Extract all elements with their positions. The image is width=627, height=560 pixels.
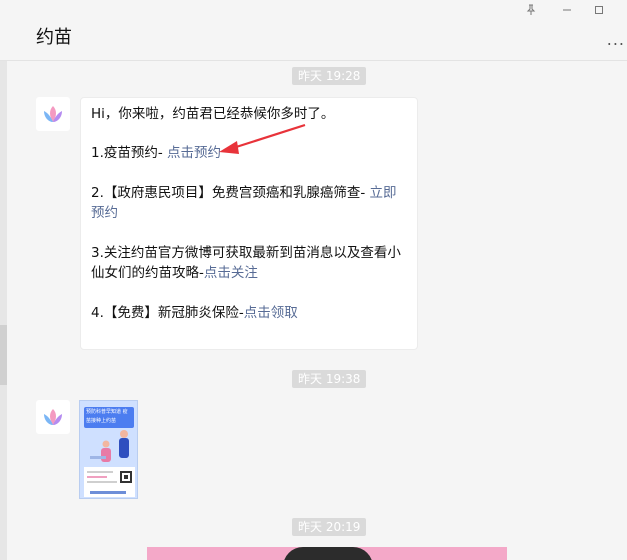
claim-insurance-link[interactable]: 点击领取 xyxy=(244,305,298,321)
greeting-text: Hi，你来啦，约苗君已经恭候你多时了。 xyxy=(91,106,335,122)
poster-image[interactable]: 预防科普早知道 疫苗接种上约苗 xyxy=(79,400,138,499)
poster-illustration-icon xyxy=(84,430,135,497)
annotation-arrow-icon xyxy=(219,123,306,154)
image-message[interactable] xyxy=(147,547,507,560)
book-vaccine-link[interactable]: 点击预约 xyxy=(167,145,221,161)
yuemiao-logo-icon xyxy=(44,106,62,122)
minimize-icon[interactable] xyxy=(562,4,572,20)
chat-header: 约苗 ... xyxy=(0,0,627,61)
pin-icon[interactable] xyxy=(526,4,536,20)
follow-weibo-link[interactable]: 点击关注 xyxy=(204,265,258,281)
timestamp: 昨天 20:19 xyxy=(292,518,367,536)
more-icon[interactable]: ... xyxy=(607,30,625,49)
scrollbar[interactable] xyxy=(0,325,7,385)
avatar[interactable] xyxy=(36,400,70,434)
chat-title: 约苗 xyxy=(36,27,72,48)
sidebar-edge xyxy=(0,61,7,560)
message-item-2: 2.【政府惠民项目】免费宫颈癌和乳腺癌筛查- 立即预约 xyxy=(91,185,397,221)
maximize-icon[interactable] xyxy=(594,4,604,20)
message-item-3: 3.关注约苗官方微博可获取最新到苗消息以及查看小仙女们的约苗攻略-点击关注 xyxy=(91,245,401,281)
timestamp: 昨天 19:28 xyxy=(292,67,367,85)
message-item-4: 4.【免费】新冠肺炎保险-点击领取 xyxy=(91,305,298,321)
timestamp: 昨天 19:38 xyxy=(292,370,367,388)
yuemiao-logo-icon xyxy=(44,409,62,425)
avatar[interactable] xyxy=(36,97,70,131)
